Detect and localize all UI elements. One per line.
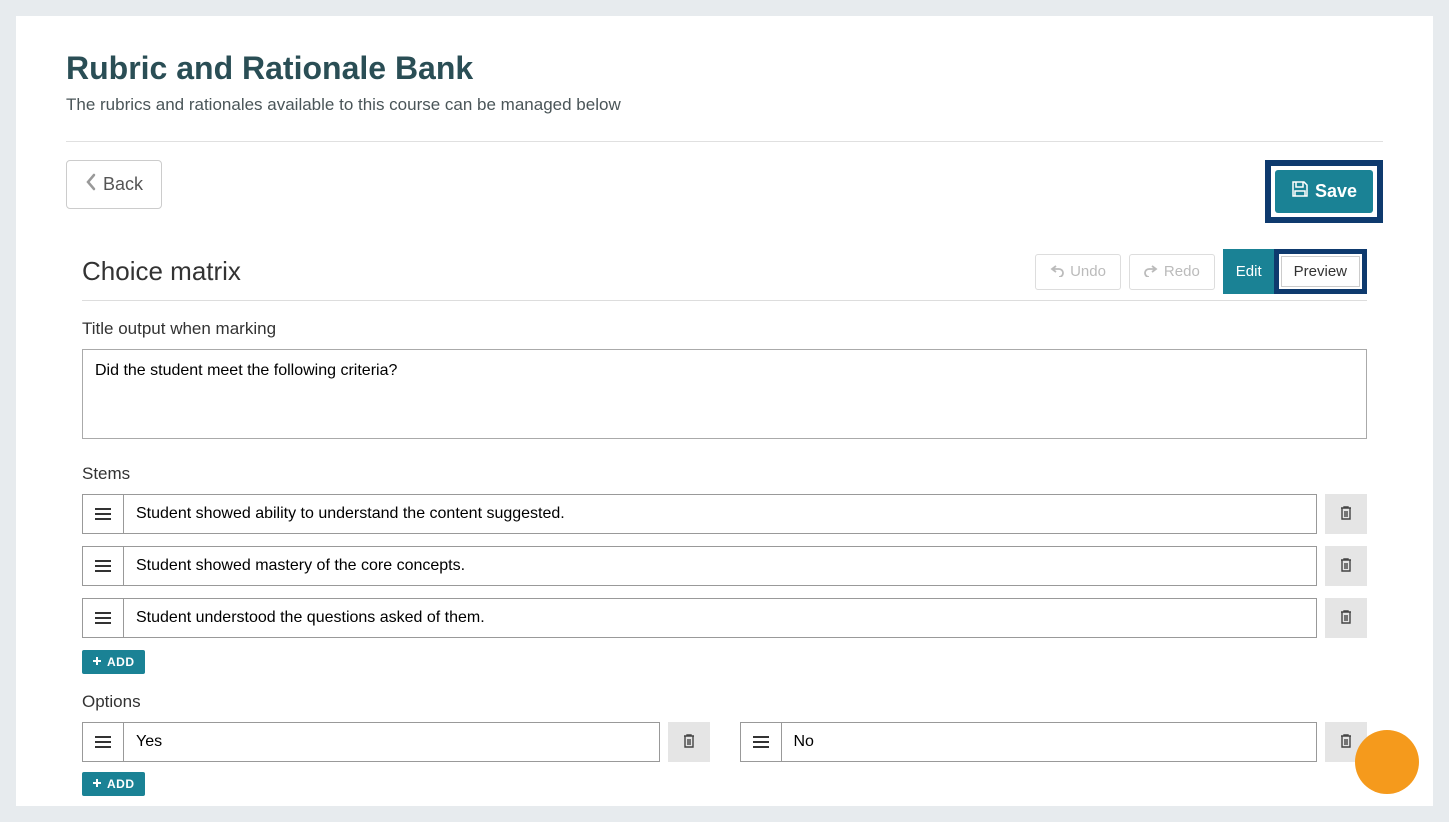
- editor-header: Choice matrix Undo Redo Edit: [82, 249, 1367, 294]
- option-input[interactable]: [124, 722, 660, 762]
- page-subtitle: The rubrics and rationales available to …: [66, 95, 1383, 115]
- section-title: Choice matrix: [82, 256, 241, 287]
- add-option-button[interactable]: ADD: [82, 772, 145, 796]
- save-label: Save: [1315, 181, 1357, 202]
- option-item: [740, 722, 1368, 762]
- drag-handle-icon[interactable]: [82, 494, 124, 534]
- add-stem-label: ADD: [107, 655, 135, 669]
- preview-highlight: Preview: [1274, 249, 1367, 294]
- drag-handle-icon[interactable]: [82, 722, 124, 762]
- trash-icon: [682, 733, 696, 752]
- save-button[interactable]: Save: [1275, 170, 1373, 213]
- option-item: [82, 722, 710, 762]
- redo-button[interactable]: Redo: [1129, 254, 1215, 290]
- divider: [66, 141, 1383, 142]
- delete-stem-button[interactable]: [1325, 546, 1367, 586]
- page-card: Rubric and Rationale Bank The rubrics an…: [16, 16, 1433, 806]
- undo-label: Undo: [1070, 263, 1106, 280]
- add-stem-button[interactable]: ADD: [82, 650, 145, 674]
- view-tabs: Edit Preview: [1223, 249, 1367, 294]
- options-row: [82, 722, 1367, 762]
- delete-stem-button[interactable]: [1325, 494, 1367, 534]
- title-output-label: Title output when marking: [82, 319, 1367, 339]
- editor-divider: [82, 300, 1367, 301]
- stems-label: Stems: [82, 464, 1367, 484]
- save-highlight: Save: [1265, 160, 1383, 223]
- tab-preview[interactable]: Preview: [1281, 256, 1360, 287]
- back-label: Back: [103, 174, 143, 195]
- stem-row: [82, 598, 1367, 638]
- chevron-left-icon: [85, 173, 97, 196]
- page-title: Rubric and Rationale Bank: [66, 50, 1383, 87]
- option-input[interactable]: [782, 722, 1318, 762]
- editor-actions: Undo Redo Edit Preview: [1035, 249, 1367, 294]
- redo-icon: [1144, 263, 1158, 281]
- tab-edit[interactable]: Edit: [1223, 249, 1275, 294]
- stem-row: [82, 546, 1367, 586]
- undo-button[interactable]: Undo: [1035, 254, 1121, 290]
- delete-option-button[interactable]: [668, 722, 710, 762]
- stem-row: [82, 494, 1367, 534]
- stem-input[interactable]: [124, 494, 1317, 534]
- trash-icon: [1339, 733, 1353, 752]
- stem-input[interactable]: [124, 546, 1317, 586]
- toolbar: Back Save: [66, 160, 1383, 223]
- undo-icon: [1050, 263, 1064, 281]
- redo-label: Redo: [1164, 263, 1200, 280]
- back-button[interactable]: Back: [66, 160, 162, 209]
- add-option-label: ADD: [107, 777, 135, 791]
- trash-icon: [1339, 609, 1353, 628]
- drag-handle-icon[interactable]: [82, 598, 124, 638]
- plus-icon: [92, 777, 102, 791]
- options-label: Options: [82, 692, 1367, 712]
- stem-input[interactable]: [124, 598, 1317, 638]
- plus-icon: [92, 655, 102, 669]
- delete-stem-button[interactable]: [1325, 598, 1367, 638]
- stems-list: [82, 494, 1367, 638]
- trash-icon: [1339, 505, 1353, 524]
- drag-handle-icon[interactable]: [740, 722, 782, 762]
- save-icon: [1291, 180, 1309, 203]
- drag-handle-icon[interactable]: [82, 546, 124, 586]
- editor-panel: Choice matrix Undo Redo Edit: [66, 249, 1383, 796]
- trash-icon: [1339, 557, 1353, 576]
- title-output-input[interactable]: [82, 349, 1367, 439]
